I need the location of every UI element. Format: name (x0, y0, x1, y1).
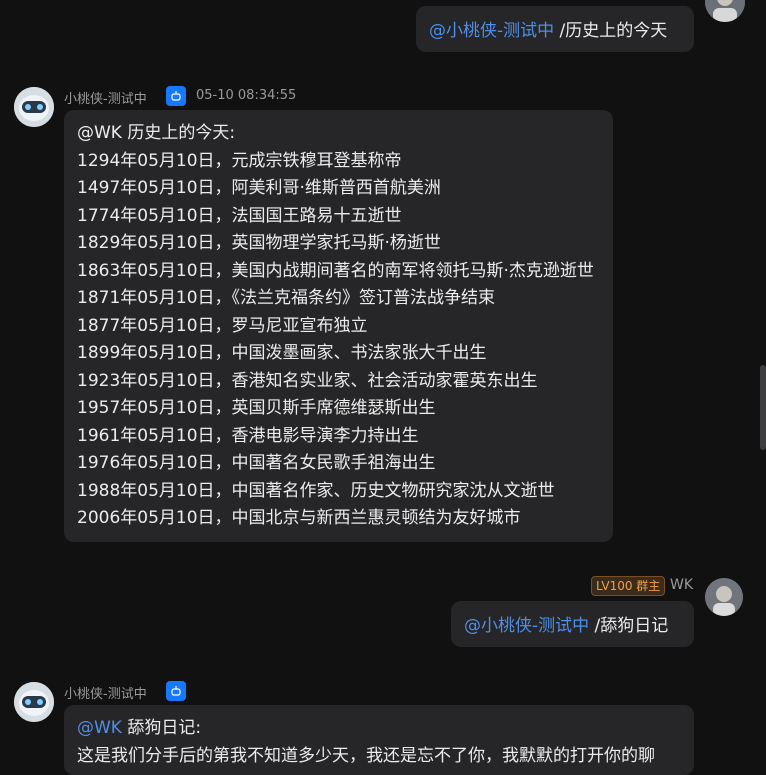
history-line: 1497年05月10日，阿美利哥·维斯普西首航美洲 (77, 178, 441, 198)
robot-icon (166, 681, 186, 701)
robot-avatar-icon (14, 682, 54, 722)
mention-link[interactable]: @小桃侠-测试中 (429, 21, 554, 41)
message-bubble-command-history: @小桃侠-测试中 /历史上的今天 (416, 6, 694, 52)
user-avatar[interactable] (705, 578, 743, 616)
user-avatar-top[interactable] (705, 0, 745, 22)
history-line: 1957年05月10日，英国贝斯手席德维瑟斯出生 (77, 398, 436, 418)
history-line: 1294年05月10日，元成宗铁穆耳登基称帝 (77, 150, 402, 171)
message-body-line: 这是我们分手后的第我不知道多少天，我还是忘不了你，我默默的打开你的聊 (77, 745, 655, 766)
robot-avatar-icon (14, 87, 54, 127)
message-timestamp: 05-10 08:34:55 (196, 88, 297, 103)
history-line: 1899年05月10日，中国泼墨画家、书法家张大千出生 (77, 343, 487, 363)
sender-name: WK (670, 577, 694, 593)
message-bubble-dog-diary: @WK 舔狗日记: 这是我们分手后的第我不知道多少天，我还是忘不了你，我默默的打… (64, 705, 694, 775)
header-text: 舔狗日记: (121, 718, 202, 738)
robot-icon (166, 86, 186, 106)
message-header: @WK 舔狗日记: (77, 715, 681, 743)
mention-link[interactable]: @小桃侠-测试中 (464, 616, 589, 636)
sender-name: 小桃侠-测试中 (64, 92, 147, 107)
command-text: /历史上的今天 (554, 21, 668, 41)
message-header: @WK 历史上的今天: (77, 123, 236, 143)
level-badge: LV100 群主 (591, 576, 666, 596)
history-line: 1829年05月10日，英国物理学家托马斯·杨逝世 (77, 233, 441, 253)
history-line: 1871年05月10日，《法兰克福条约》签订普法战争结束 (77, 288, 496, 308)
mention-link[interactable]: @WK (77, 718, 122, 738)
history-line: 2006年05月10日，中国北京与新西兰惠灵顿结为友好城市 (77, 508, 521, 528)
message-bubble-command-diary: @小桃侠-测试中 /舔狗日记 (451, 601, 694, 647)
history-line: 1988年05月10日，中国著名作家、历史文物研究家沈从文逝世 (77, 480, 555, 501)
sender-name: 小桃侠-测试中 (64, 687, 147, 702)
command-text: /舔狗日记 (589, 616, 669, 636)
history-line: 1863年05月10日，美国内战期间著名的南军将领托马斯·杰克逊逝世 (77, 260, 594, 281)
history-line: 1774年05月10日，法国国王路易十五逝世 (77, 205, 402, 226)
bot-avatar[interactable] (14, 682, 54, 722)
scrollbar-thumb[interactable] (760, 365, 766, 450)
user-photo-avatar-icon (705, 0, 745, 22)
history-line: 1877年05月10日，罗马尼亚宣布独立 (77, 315, 368, 336)
user-photo-avatar-icon (705, 578, 743, 616)
history-line: 1923年05月10日，香港知名实业家、社会活动家霍英东出生 (77, 370, 538, 391)
history-line: 1961年05月10日，香港电影导演李力持出生 (77, 425, 419, 446)
history-line: 1976年05月10日，中国著名女民歌手祖海出生 (77, 453, 436, 473)
bot-avatar[interactable] (14, 87, 54, 127)
message-bubble-history-today: @WK 历史上的今天: 1294年05月10日，元成宗铁穆耳登基称帝 1497年… (64, 110, 613, 542)
